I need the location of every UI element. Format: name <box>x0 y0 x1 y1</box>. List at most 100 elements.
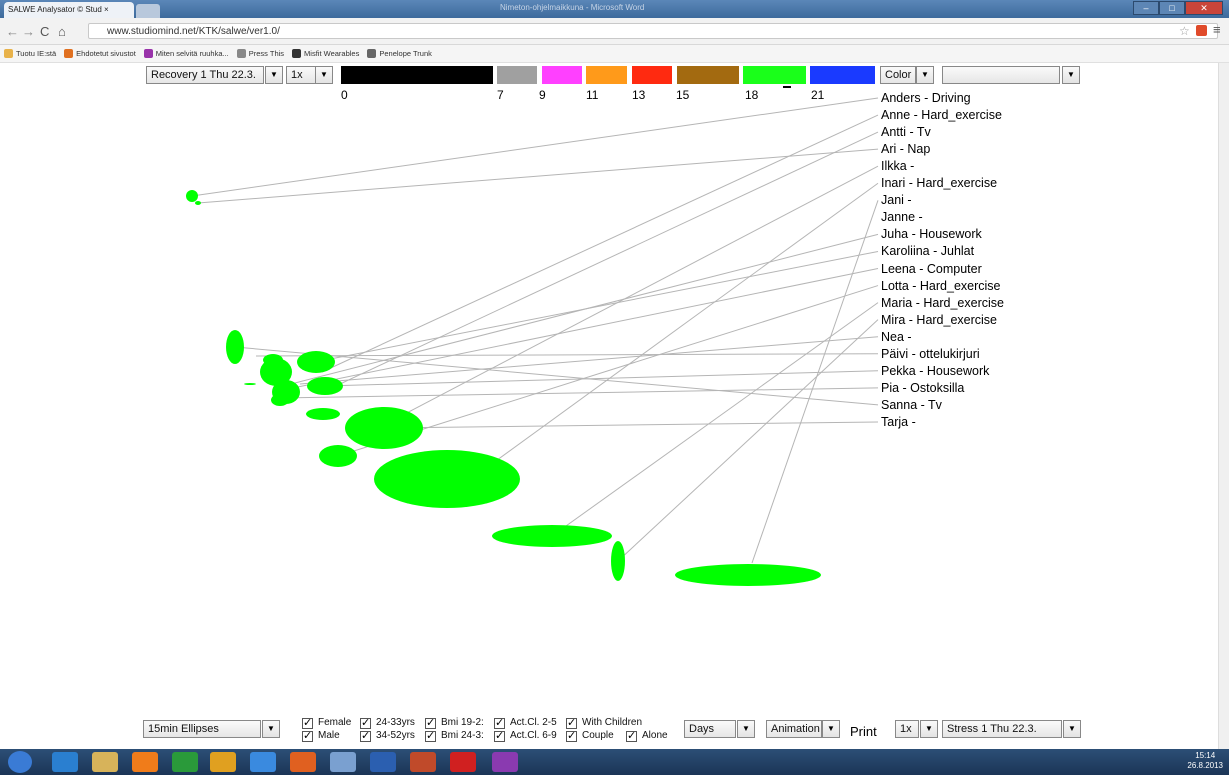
filter-checkbox-label: Female <box>318 717 352 728</box>
connector-line <box>383 421 879 429</box>
chevron-down-icon[interactable]: ▼ <box>737 720 755 738</box>
person-label[interactable]: Maria - Hard_exercise <box>881 295 1004 312</box>
filter-checkbox[interactable]: ✓ <box>360 718 371 729</box>
explorer-icon[interactable] <box>92 752 118 772</box>
url-field[interactable]: www.studiomind.net/KTK/salwe/ver1.0/ <box>88 23 1218 39</box>
extension-icon[interactable] <box>1196 25 1207 36</box>
chrome-icon[interactable] <box>210 752 236 772</box>
activity-ellipse[interactable] <box>675 564 821 586</box>
person-label[interactable]: Leena - Computer <box>881 261 982 278</box>
chevron-down-icon[interactable]: ▼ <box>822 720 840 738</box>
person-label[interactable]: Mira - Hard_exercise <box>881 312 997 329</box>
connector-line <box>191 97 879 197</box>
start-orb-icon[interactable] <box>8 751 32 773</box>
filter-checkbox-label: 24-33yrs <box>376 717 415 728</box>
firefox-icon[interactable] <box>290 752 316 772</box>
activity-ellipse[interactable] <box>244 383 256 385</box>
home-icon[interactable]: ⌂ <box>58 24 66 39</box>
word-icon[interactable] <box>370 752 396 772</box>
chevron-down-icon[interactable]: ▼ <box>262 720 280 738</box>
connector-line <box>551 302 879 537</box>
window-controls: – □ ✕ <box>1133 1 1223 15</box>
filter-checkbox[interactable]: ✓ <box>360 731 371 742</box>
activity-ellipse[interactable] <box>195 201 201 205</box>
browser-tab[interactable]: SALWE Analysator © Stud × <box>4 2 134 18</box>
filter-checkbox[interactable]: ✓ <box>494 731 505 742</box>
person-label[interactable]: Ilkka - <box>881 158 914 175</box>
person-label[interactable]: Sanna - Tv <box>881 397 942 414</box>
ellipse-visualization[interactable] <box>0 60 1229 710</box>
notepad-icon[interactable] <box>330 752 356 772</box>
person-label[interactable]: Päivi - ottelukirjuri <box>881 346 980 363</box>
window-title: Nimeton-ohjelmaikkuna - Microsoft Word <box>500 3 645 12</box>
activity-ellipse[interactable] <box>306 408 340 420</box>
activity-ellipse[interactable] <box>271 394 289 406</box>
person-label[interactable]: Anne - Hard_exercise <box>881 107 1002 124</box>
filter-checkbox[interactable]: ✓ <box>566 731 577 742</box>
animation-select[interactable]: Animation <box>766 720 822 738</box>
print-button[interactable]: Print <box>850 724 877 739</box>
person-label[interactable]: Juha - Housework <box>881 226 982 243</box>
back-icon[interactable]: ← <box>6 24 19 39</box>
star-icon[interactable]: ☆ <box>1179 24 1190 38</box>
filter-checkbox[interactable]: ✓ <box>425 731 436 742</box>
activity-ellipse[interactable] <box>611 541 625 581</box>
person-label[interactable]: Jani - <box>881 192 912 209</box>
filter-checkbox[interactable]: ✓ <box>425 718 436 729</box>
network-icon[interactable] <box>250 752 276 772</box>
acrobat-icon[interactable] <box>450 752 476 772</box>
bookmark-icon <box>292 49 302 58</box>
minimize-button[interactable]: – <box>1133 1 1159 15</box>
chevron-down-icon[interactable]: ▼ <box>1063 720 1081 738</box>
filter-checkbox[interactable]: ✓ <box>494 718 505 729</box>
activity-ellipse[interactable] <box>319 445 357 467</box>
person-label[interactable]: Pekka - Housework <box>881 363 989 380</box>
person-label[interactable]: Karoliina - Juhlat <box>881 243 974 260</box>
person-label[interactable]: Inari - Hard_exercise <box>881 175 997 192</box>
filter-checkbox[interactable]: ✓ <box>626 731 637 742</box>
connector-line <box>197 148 879 204</box>
maximize-button[interactable]: □ <box>1159 1 1185 15</box>
person-label[interactable]: Anders - Driving <box>881 90 971 107</box>
filter-checkbox-label: Act.Cl. 2-5 <box>510 717 557 728</box>
activity-ellipse[interactable] <box>492 525 612 547</box>
person-label[interactable]: Ari - Nap <box>881 141 930 158</box>
bottom-period-select[interactable]: Stress 1 Thu 22.3. <box>942 720 1062 738</box>
filter-checkbox[interactable]: ✓ <box>302 731 313 742</box>
activity-ellipse[interactable] <box>374 450 520 508</box>
person-label[interactable]: Janne - <box>881 209 923 226</box>
filter-checkbox-label: Couple <box>582 730 614 741</box>
bookmark-icon <box>367 49 377 58</box>
reload-icon[interactable]: C <box>40 24 49 39</box>
clock-time: 15:14 <box>1195 751 1216 760</box>
ie-icon[interactable] <box>52 752 78 772</box>
person-label[interactable]: Pia - Ostoksilla <box>881 380 964 397</box>
bookmark-icon <box>236 49 246 58</box>
filter-checkbox-label: With Children <box>582 717 643 728</box>
activity-ellipse[interactable] <box>186 190 198 202</box>
person-label[interactable]: Nea - <box>881 329 912 346</box>
close-button[interactable]: ✕ <box>1185 1 1223 15</box>
new-tab-button[interactable] <box>136 4 160 18</box>
view-mode-select[interactable]: 15min Ellipses <box>143 720 261 738</box>
onenote-icon[interactable] <box>492 752 518 772</box>
activity-ellipse[interactable] <box>307 377 343 395</box>
chevron-down-icon[interactable]: ▼ <box>920 720 938 738</box>
activity-ellipse[interactable] <box>297 351 335 373</box>
activity-ellipse[interactable] <box>226 330 244 364</box>
filter-checkbox[interactable]: ✓ <box>566 718 577 729</box>
activity-ellipse[interactable] <box>345 407 423 449</box>
person-label[interactable]: Lotta - Hard_exercise <box>881 278 1001 295</box>
forward-icon[interactable]: → <box>22 24 35 39</box>
connector-line <box>314 250 879 363</box>
days-select[interactable]: Days <box>684 720 736 738</box>
outlook-icon[interactable] <box>132 752 158 772</box>
powerpoint-icon[interactable] <box>410 752 436 772</box>
bottom-speed-select[interactable]: 1x <box>895 720 919 738</box>
person-label[interactable]: Tarja - <box>881 414 916 431</box>
excel-icon[interactable] <box>172 752 198 772</box>
system-clock[interactable]: 15:14 26.8.2013 <box>1187 751 1223 771</box>
filter-checkbox[interactable]: ✓ <box>302 718 313 729</box>
menu-icon[interactable]: ≡ <box>1213 22 1221 37</box>
person-label[interactable]: Antti - Tv <box>881 124 931 141</box>
